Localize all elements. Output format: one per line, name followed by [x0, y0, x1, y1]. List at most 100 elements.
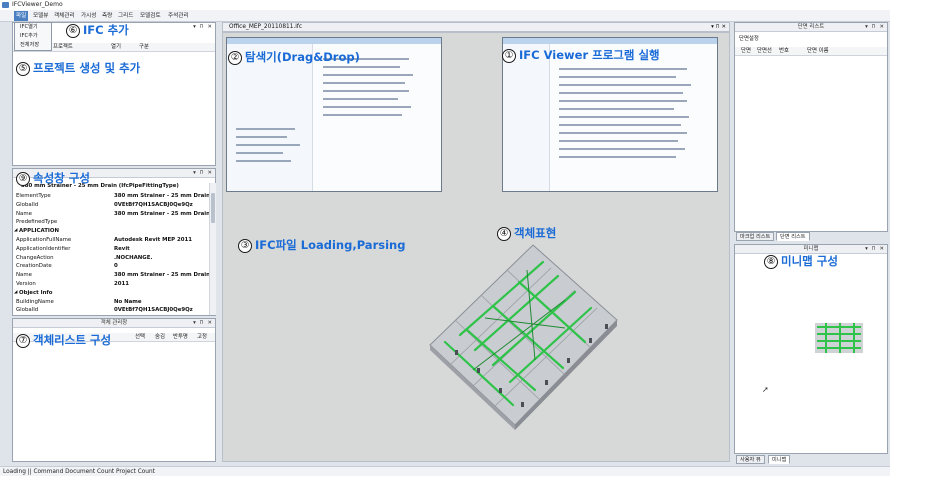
property-category[interactable]: Object Info ◢: [14, 289, 224, 298]
property-grid: ElementType 380 mm Strainer - 25 mm Drain…: [13, 192, 210, 316]
property-key: Object Info: [19, 289, 53, 296]
section-panel-controls[interactable]: ▾ ⊓ ✕: [865, 23, 885, 32]
property-key: GlobalId: [16, 307, 39, 314]
annotation-2-text: 탐색기(Drag&Drop): [245, 50, 360, 64]
file-dropdown-menu: IFC열기 IFC추가 전체저장: [14, 22, 52, 51]
property-row[interactable]: Version 2011: [16, 280, 224, 289]
tab-user-view[interactable]: 사용자 뷰: [736, 455, 765, 464]
annotation-9-text: 속성창 구성: [33, 171, 90, 185]
property-value: Revit: [114, 245, 130, 252]
title-bar: IFCViewer_Demo: [0, 0, 890, 10]
property-panel: ▾ ⊓ ✕ 380 mm Strainer - 25 mm Drain (Ifc…: [12, 168, 216, 316]
minimap-thumbnail[interactable]: [815, 323, 863, 353]
annotation-3: ③ IFC파일 Loading,Parsing: [238, 237, 405, 253]
property-value: 2011: [114, 281, 130, 287]
property-value: 380 mm Strainer - 25 mm Drain: [114, 272, 210, 279]
expand-icon[interactable]: ◢: [14, 227, 17, 236]
property-row[interactable]: ApplicationIdentifier Revit: [16, 245, 224, 254]
app-icon: [2, 2, 9, 8]
property-value: 380 mm Strainer - 25 mm Drain: [114, 193, 210, 199]
menu-model-review[interactable]: 모델검토: [138, 11, 163, 21]
section-settings-label[interactable]: 단면설정: [739, 34, 759, 42]
annotation-5-number: ⑤: [16, 62, 30, 76]
tab-markup-list[interactable]: 마크업 리스트: [736, 232, 775, 241]
menu-grid[interactable]: 그리드: [116, 11, 135, 21]
minimap-panel: 미니맵 ▾ ⊓ ✕ ➚: [734, 244, 888, 454]
annotation-9: ⑨ 속성창 구성: [16, 170, 90, 186]
annotation-4-number: ④: [497, 227, 511, 241]
annotation-2: ② 탐색기(Drag&Drop): [228, 49, 360, 65]
col-number[interactable]: 번호: [779, 47, 789, 56]
annotation-6-number: ⑥: [66, 24, 80, 38]
menu-object-manage[interactable]: 객체관리: [52, 11, 77, 21]
annotation-5-text: 프로젝트 생성 및 추가: [33, 61, 141, 75]
property-key: Name: [16, 272, 32, 279]
property-scroll-thumb[interactable]: [211, 193, 215, 223]
property-row[interactable]: ApplicationFullName Autodesk Revit MEP 20…: [16, 236, 224, 245]
col-hide[interactable]: 숨김: [155, 333, 165, 342]
property-row[interactable]: Name 380 mm Strainer - 25 mm Drain: [16, 210, 224, 219]
annotation-7-number: ⑦: [16, 334, 30, 348]
tab-section-list[interactable]: 단면 리스트: [776, 232, 810, 241]
property-row[interactable]: GlobalId 0VEtBf7QH1SACBJ0Qe9Qz: [16, 306, 224, 315]
project-panel-controls[interactable]: ▾ ⊓ ✕: [193, 23, 213, 32]
menu-model-view[interactable]: 모델뷰: [31, 11, 50, 21]
annotation-8-text: 미니맵 구성: [781, 254, 838, 268]
tab-minimap[interactable]: 미니맵: [768, 455, 791, 464]
menu-item-add-ifc[interactable]: IFC추가: [15, 32, 51, 41]
property-row[interactable]: CreationDate 0: [16, 262, 224, 271]
property-key: BuildingName: [16, 298, 54, 305]
annotation-9-number: ⑨: [16, 172, 30, 186]
property-key: Name: [16, 210, 32, 217]
annotation-3-number: ③: [238, 239, 252, 253]
col-transparent[interactable]: 반투명: [173, 333, 188, 342]
app-window: IFCViewer_Demo 파일 모델뷰 객체관리 가시성 측량 그리드 모델…: [0, 0, 890, 476]
menu-annotation[interactable]: 주석관리: [166, 11, 191, 21]
col-section[interactable]: 단면: [741, 47, 751, 56]
annotation-1-text: IFC Viewer 프로그램 실행: [519, 48, 660, 62]
property-value: Autodesk Revit MEP 2011: [114, 237, 192, 243]
property-row[interactable]: BuildingName No Name: [16, 298, 224, 307]
menu-item-open-ifc[interactable]: IFC열기: [15, 23, 51, 32]
property-value: 0VEtBf7QH1SACBJ0Qe9Qz: [114, 307, 193, 314]
property-key: PredefinedType: [16, 219, 58, 226]
annotation-4: ④ 객체표현: [497, 225, 556, 241]
property-row[interactable]: PredefinedType: [16, 218, 224, 227]
col-type[interactable]: 구분: [139, 43, 149, 52]
col-open[interactable]: 열기: [111, 43, 121, 52]
annotation-1: ① IFC Viewer 프로그램 실행: [502, 47, 660, 63]
property-key: APPLICATION: [19, 228, 59, 235]
object-panel-controls[interactable]: ▾ ⊓ ✕: [193, 319, 213, 328]
property-category[interactable]: APPLICATION ◢: [14, 227, 224, 236]
property-scrollbar[interactable]: [209, 183, 216, 315]
document-tab[interactable]: Office_MEP_20110811.ifc: [229, 23, 302, 32]
property-row[interactable]: ElementType 380 mm Strainer - 25 mm Drain: [16, 192, 224, 201]
property-row[interactable]: ChangeAction .NOCHANGE.: [16, 254, 224, 263]
menu-visibility[interactable]: 가시성: [79, 11, 98, 21]
menu-item-save-all[interactable]: 전체저장: [15, 41, 51, 50]
section-list-panel: 단면 리스트 ▾ ⊓ ✕ 단면설정 단면 단면선 번호 단면 이름: [734, 22, 888, 232]
property-value: 380 mm Strainer - 25 mm Drain: [114, 210, 210, 217]
property-value: 0: [114, 263, 118, 270]
menu-measure[interactable]: 측량: [100, 11, 114, 21]
document-tab-controls[interactable]: ▾ ⊓ ✕: [711, 23, 726, 32]
property-row[interactable]: GlobalId 0VEtBf7QH1SACBJ0Qe9Qz: [16, 201, 224, 210]
expand-icon[interactable]: ◢: [14, 289, 17, 298]
annotation-5: ⑤ 프로젝트 생성 및 추가: [16, 60, 140, 76]
property-row[interactable]: Name 380 mm Strainer - 25 mm Drain: [16, 271, 224, 280]
property-key: ApplicationIdentifier: [16, 245, 71, 252]
status-bar: Loading || Command Document Count Projec…: [0, 466, 890, 476]
menu-file[interactable]: 파일: [14, 11, 29, 21]
property-key: ApplicationFullName: [16, 237, 72, 243]
col-project[interactable]: 프로젝트: [53, 43, 73, 52]
annotation-6: ⑥ IFC 추가: [66, 22, 129, 38]
col-section-name[interactable]: 단면 이름: [807, 47, 829, 56]
col-section-line[interactable]: 단면선: [757, 47, 772, 56]
property-key: Version: [16, 281, 36, 287]
minimap-panel-controls[interactable]: ▾ ⊓ ✕: [865, 245, 885, 254]
col-select[interactable]: 선택: [135, 333, 145, 342]
col-fixed[interactable]: 고정: [197, 333, 207, 342]
object-panel-title: 객체 관리창: [13, 319, 215, 328]
property-panel-controls[interactable]: ▾ ⊓ ✕: [193, 169, 213, 178]
annotation-3-text: IFC파일 Loading,Parsing: [255, 238, 406, 252]
